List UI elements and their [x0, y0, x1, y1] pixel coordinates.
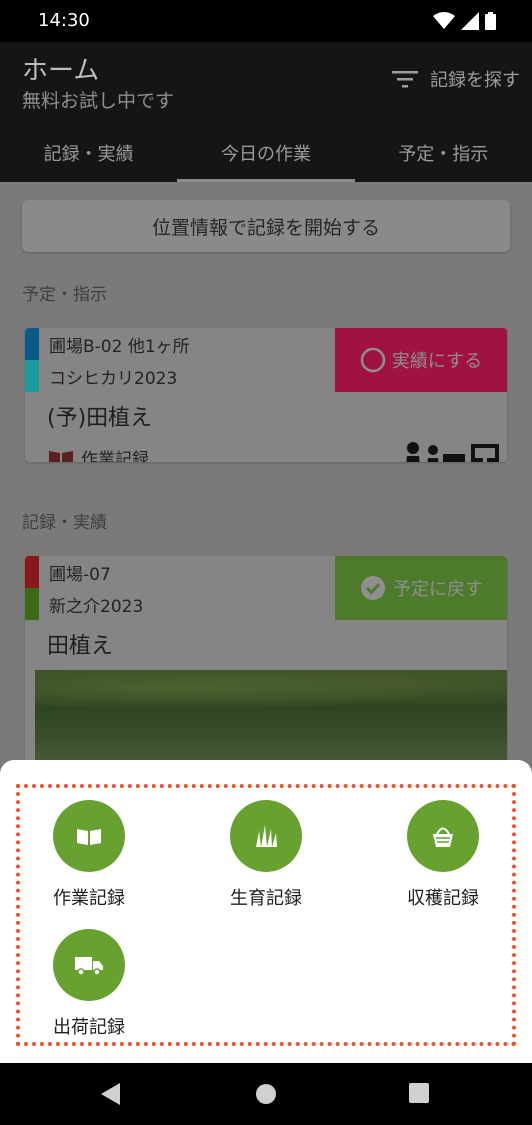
work-equipment-icon: [406, 442, 499, 462]
back-to-planned-button[interactable]: 予定に戻す: [335, 556, 507, 620]
option-work-record[interactable]: 作業記録: [24, 800, 154, 910]
option-label: 収穫記録: [407, 888, 479, 909]
book-icon: [49, 450, 73, 462]
check-circle-icon: [361, 576, 385, 600]
filter-icon: [392, 71, 418, 88]
card-field-row: 圃場-07: [25, 556, 111, 588]
card-crop: 新之介2023: [49, 596, 144, 617]
crop-color-bar: [25, 588, 39, 620]
card-task: 田植え: [47, 634, 114, 659]
card-field-row: 圃場B-02 他1ヶ所: [25, 328, 190, 360]
option-shipping-record[interactable]: 出荷記録: [24, 929, 154, 1039]
page-title: ホーム: [22, 56, 100, 86]
record-card[interactable]: 圃場-07 新之介2023 田植え 予定に戻す: [25, 556, 507, 766]
option-growth-record[interactable]: 生育記録: [201, 800, 331, 910]
signal-icon: [461, 12, 479, 30]
make-actual-button[interactable]: 実績にする: [335, 328, 507, 392]
basket-icon: [433, 827, 453, 847]
harvest-record-circle: [407, 800, 479, 872]
card-record-type-label: 作業記録: [81, 450, 149, 462]
tab-planned[interactable]: 予定・指示: [355, 130, 532, 182]
recents-icon[interactable]: [409, 1083, 429, 1103]
section-label-records: 記録・実績: [22, 513, 107, 533]
search-records-label: 記録を探す: [430, 70, 520, 91]
circle-icon: [360, 347, 386, 373]
option-label: 出荷記録: [53, 1017, 125, 1038]
truck-icon: [75, 957, 103, 975]
card-record-type: 作業記録: [49, 445, 149, 462]
make-actual-label: 実績にする: [391, 351, 483, 372]
system-nav-bar: [0, 1063, 532, 1125]
card-field: 圃場B-02 他1ヶ所: [49, 336, 190, 357]
work-record-circle: [53, 800, 125, 872]
field-color-bar: [25, 556, 39, 588]
tab-records[interactable]: 記録・実績: [0, 130, 177, 182]
card-crop: コシヒカリ2023: [49, 368, 178, 389]
page-subtitle: 無料お試し中です: [22, 90, 175, 112]
book-icon: [77, 829, 101, 845]
status-time: 14:30: [38, 10, 90, 31]
status-icons: [433, 12, 496, 30]
back-icon[interactable]: [101, 1083, 121, 1105]
card-crop-row: 新之介2023: [25, 588, 143, 620]
wifi-icon: [433, 12, 455, 29]
planned-card[interactable]: 圃場B-02 他1ヶ所 コシヒカリ2023 (予)田植え 作業記録 実績にする: [25, 328, 507, 462]
option-harvest-record[interactable]: 収穫記録: [378, 800, 508, 910]
card-field: 圃場-07: [49, 564, 111, 585]
tab-bar: 記録・実績 今日の作業 予定・指示: [0, 130, 532, 182]
option-label: 作業記録: [53, 888, 125, 909]
main-content: 位置情報で記録を開始する 予定・指示 圃場B-02 他1ヶ所 コシヒカリ2023…: [0, 182, 532, 766]
search-records-button[interactable]: 記録を探す: [392, 66, 520, 92]
card-task: (予)田植え: [47, 406, 153, 431]
growth-record-circle: [230, 800, 302, 872]
start-location-record-button[interactable]: 位置情報で記録を開始する: [22, 200, 510, 252]
card-crop-row: コシヒカリ2023: [25, 360, 177, 392]
home-icon[interactable]: [255, 1083, 277, 1105]
photo-forest: [35, 670, 507, 714]
crop-color-bar: [25, 360, 39, 392]
record-type-sheet: 作業記録 生育記録 収穫記録 出荷記録: [0, 760, 532, 1063]
grass-icon: [256, 825, 277, 847]
app-bar: ホーム 無料お試し中です 記録を探す 記録・実績 今日の作業 予定・指示: [0, 42, 532, 182]
tab-today[interactable]: 今日の作業: [177, 130, 355, 182]
battery-icon: [485, 12, 496, 30]
option-label: 生育記録: [230, 888, 302, 909]
record-photo[interactable]: [35, 670, 507, 766]
status-bar: 14:30: [0, 0, 532, 42]
back-to-planned-label: 予定に戻す: [393, 579, 483, 600]
field-color-bar: [25, 328, 39, 360]
shipping-record-circle: [53, 929, 125, 1001]
section-label-planned: 予定・指示: [22, 285, 107, 305]
